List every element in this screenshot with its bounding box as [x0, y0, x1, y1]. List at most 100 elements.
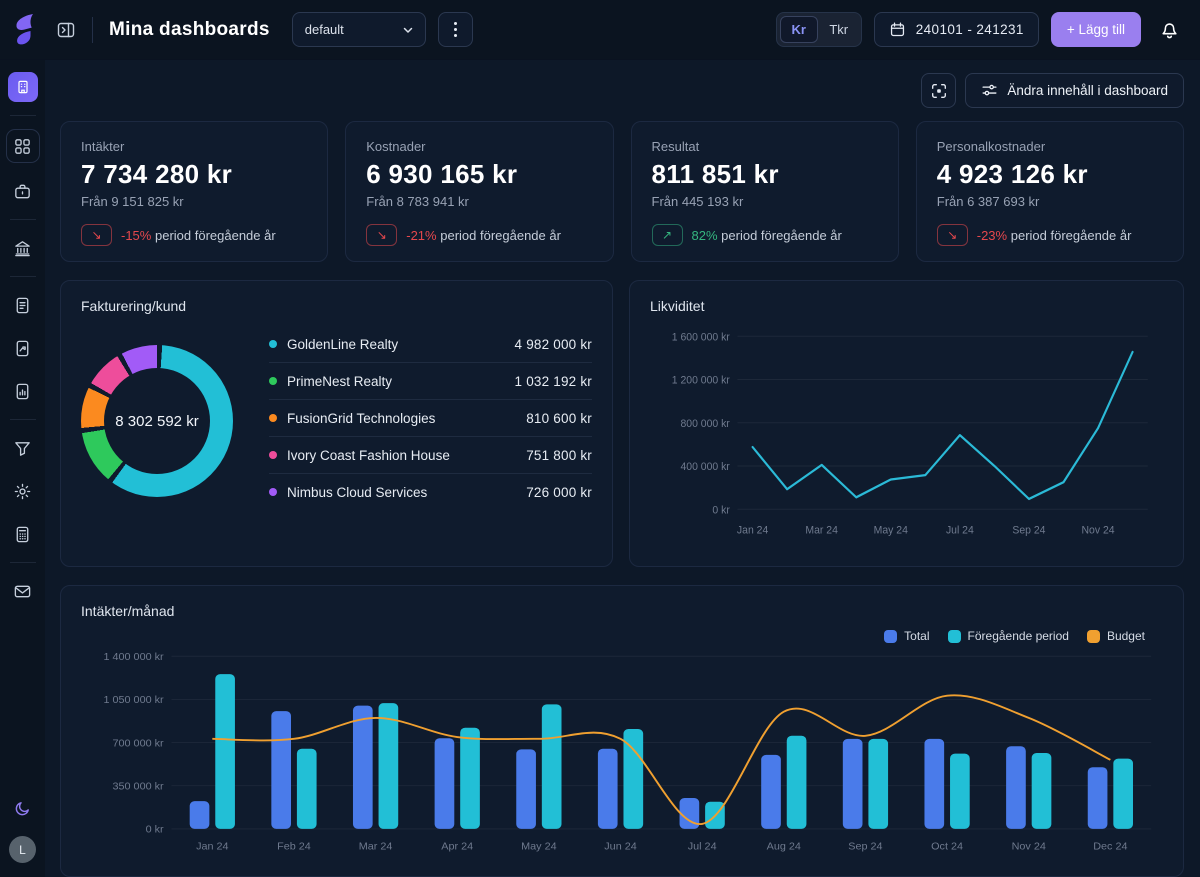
customer-amount: 4 982 000 kr: [515, 337, 592, 352]
sidebar-divider: [10, 562, 36, 563]
page-title: Mina dashboards: [109, 19, 270, 41]
main-content: Ändra innehåll i dashboard Intäkter 7 73…: [45, 60, 1200, 877]
dashboard-select[interactable]: default: [292, 12, 426, 47]
legend-swatch: [948, 630, 961, 643]
liquidity-card: Likviditet 0 kr400 000 kr800 000 kr1 200…: [629, 280, 1184, 567]
svg-text:Nov 24: Nov 24: [1082, 524, 1115, 536]
customer-row: GoldenLine Realty4 982 000 kr: [269, 326, 592, 363]
trend-arrow-icon: ↘: [81, 224, 112, 246]
trend-arrow-icon: ↘: [366, 224, 397, 246]
collapse-sidebar-icon: [56, 20, 76, 40]
sidebar-item-mail[interactable]: [8, 576, 38, 606]
calculator-icon: [13, 525, 32, 544]
sidebar-item-calculator[interactable]: [8, 519, 38, 549]
kpi-delta-percent: -21%: [406, 228, 436, 243]
legend-item: Total: [884, 629, 929, 643]
revenue-bar-chart: 0 kr350 000 kr700 000 kr1 050 000 kr1 40…: [81, 645, 1163, 857]
legend-dot: [269, 414, 277, 422]
add-button[interactable]: + Lägg till: [1051, 12, 1141, 47]
kpi-previous-value: Från 9 151 825 kr: [81, 194, 307, 209]
svg-text:1 400 000 kr: 1 400 000 kr: [104, 651, 165, 663]
sidebar-item-portfolio[interactable]: [8, 176, 38, 206]
dark-mode-toggle[interactable]: [8, 793, 38, 823]
customer-name: Nimbus Cloud Services: [287, 485, 427, 500]
svg-text:May 24: May 24: [521, 841, 557, 853]
chevron-down-icon: [401, 23, 415, 37]
date-range-button[interactable]: 240101 - 241231: [874, 12, 1039, 47]
sidebar-item-reports[interactable]: [8, 333, 38, 363]
kpi-delta-percent: -23%: [977, 228, 1007, 243]
fullscreen-icon: [930, 82, 948, 100]
sidebar-item-statistics[interactable]: [8, 376, 38, 406]
card-title: Intäkter/månad: [81, 603, 174, 619]
topbar-divider: [92, 17, 93, 43]
svg-text:0 kr: 0 kr: [146, 824, 165, 836]
svg-text:Dec 24: Dec 24: [1093, 841, 1127, 853]
billing-per-customer-card: Fakturering/kund 8 302 592 kr GoldenLine…: [60, 280, 613, 567]
svg-text:Jul 24: Jul 24: [946, 524, 974, 536]
svg-text:Jun 24: Jun 24: [604, 841, 637, 853]
kpi-card-kostnader: Kostnader 6 930 165 kr Från 8 783 941 kr…: [345, 121, 613, 262]
kpi-delta-percent: -15%: [121, 228, 151, 243]
kpi-label: Intäkter: [81, 139, 307, 154]
kpi-value: 6 930 165 kr: [366, 159, 592, 190]
sidebar-item-filter[interactable]: [8, 433, 38, 463]
sidebar-item-bank[interactable]: [8, 233, 38, 263]
sliders-icon: [981, 82, 998, 99]
kpi-card-resultat: Resultat 811 851 kr Från 445 193 kr ↗ 82…: [631, 121, 899, 262]
statistics-icon: [13, 382, 32, 401]
unit-toggle-tkr[interactable]: Tkr: [820, 16, 858, 43]
sidebar-item-settings[interactable]: [8, 476, 38, 506]
kpi-delta-text: period föregående år: [721, 228, 842, 243]
sidebar-divider: [10, 276, 36, 277]
kpi-label: Resultat: [652, 139, 878, 154]
legend-item: Budget: [1087, 629, 1145, 643]
svg-text:0 kr: 0 kr: [712, 504, 730, 516]
document-icon: [13, 296, 32, 315]
app-logo-icon: [10, 13, 40, 47]
legend-label: Total: [904, 629, 929, 643]
svg-text:Mar 24: Mar 24: [359, 841, 393, 853]
sidebar-item-documents[interactable]: [8, 290, 38, 320]
customer-amount: 751 800 kr: [526, 448, 592, 463]
notifications-button[interactable]: [1155, 15, 1184, 44]
svg-text:Oct 24: Oct 24: [931, 841, 963, 853]
settings-gear-icon: [13, 482, 32, 501]
kpi-card-intakter: Intäkter 7 734 280 kr Från 9 151 825 kr …: [60, 121, 328, 262]
dark-mode-icon: [13, 799, 32, 818]
customer-name: FusionGrid Technologies: [287, 411, 435, 426]
unit-toggle-kr[interactable]: Kr: [780, 16, 818, 43]
svg-text:Mar 24: Mar 24: [805, 524, 837, 536]
sidebar-item-dashboards[interactable]: [6, 129, 40, 163]
sidebar-divider: [10, 419, 36, 420]
kpi-delta-text: period föregående år: [1011, 228, 1132, 243]
svg-text:Jan 24: Jan 24: [737, 524, 768, 536]
kpi-delta-text: period föregående år: [440, 228, 561, 243]
bottom-row: Intäkter/månad TotalFöregående periodBud…: [60, 585, 1184, 877]
card-title: Fakturering/kund: [81, 298, 592, 314]
legend-dot: [269, 451, 277, 459]
chart-legend: TotalFöregående periodBudget: [884, 629, 1145, 643]
svg-text:Jul 24: Jul 24: [688, 841, 717, 853]
kpi-previous-value: Från 6 387 693 kr: [937, 194, 1163, 209]
dashboard-actions: Ändra innehåll i dashboard: [60, 72, 1184, 109]
customer-list: GoldenLine Realty4 982 000 krPrimeNest R…: [269, 326, 592, 510]
kpi-card-personalkostnader: Personalkostnader 4 923 126 kr Från 6 38…: [916, 121, 1184, 262]
customer-amount: 1 032 192 kr: [515, 374, 592, 389]
sidebar-divider: [10, 115, 36, 116]
briefcase-icon: [13, 182, 32, 201]
svg-text:Nov 24: Nov 24: [1012, 841, 1046, 853]
sidebar: L: [0, 60, 45, 877]
dashboard-menu-button[interactable]: [438, 12, 473, 47]
bank-icon: [13, 239, 32, 258]
svg-text:Jan 24: Jan 24: [196, 841, 229, 853]
sidebar-item-company[interactable]: [8, 72, 38, 102]
user-avatar[interactable]: L: [9, 836, 36, 863]
kpi-delta-percent: 82%: [692, 228, 718, 243]
collapse-sidebar-button[interactable]: [52, 16, 80, 44]
fullscreen-button[interactable]: [921, 73, 956, 108]
svg-text:May 24: May 24: [874, 524, 908, 536]
legend-dot: [269, 377, 277, 385]
edit-dashboard-button[interactable]: Ändra innehåll i dashboard: [965, 73, 1184, 108]
company-icon: [15, 79, 31, 95]
